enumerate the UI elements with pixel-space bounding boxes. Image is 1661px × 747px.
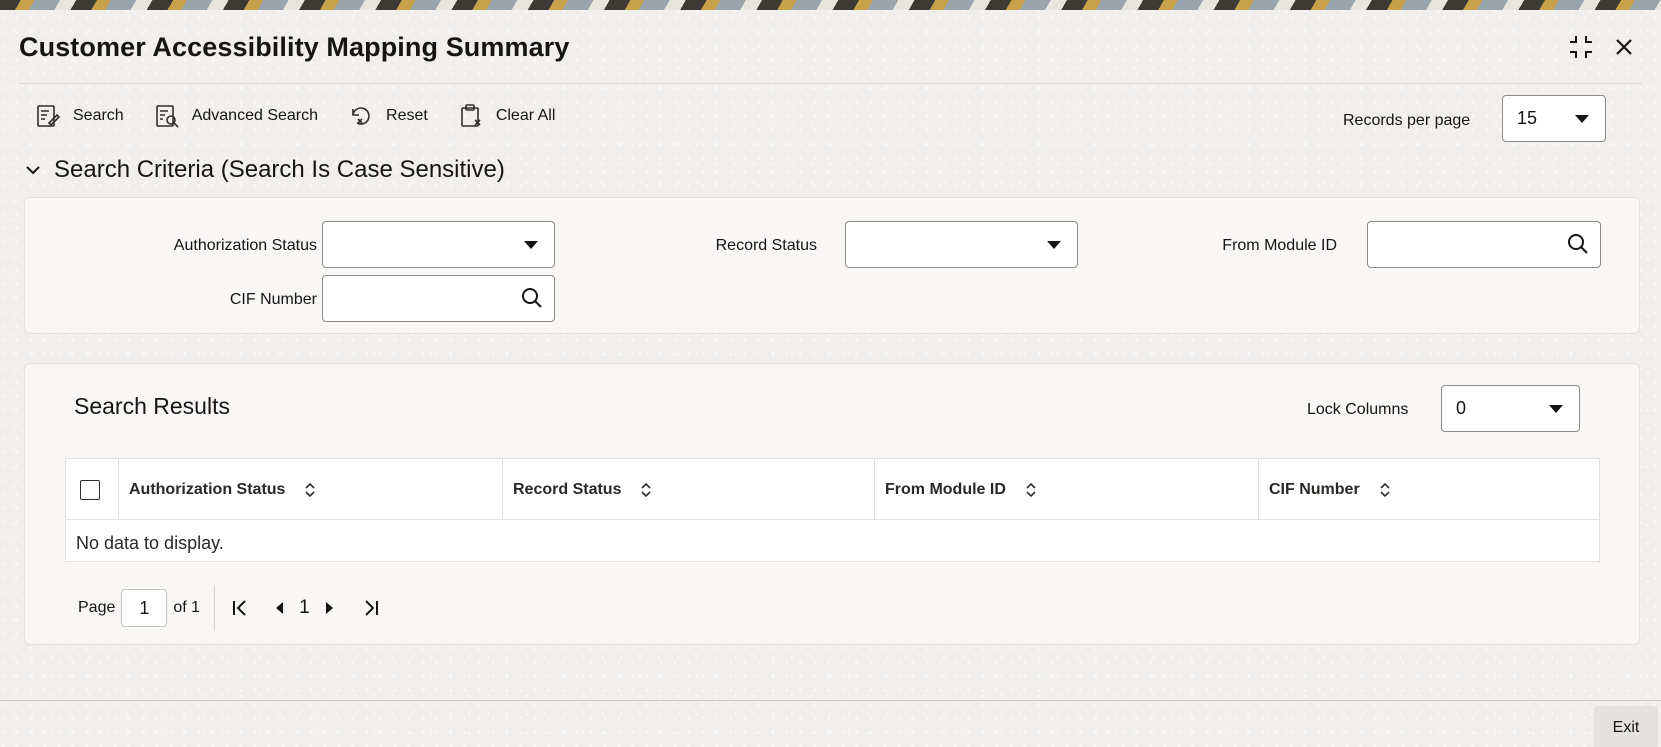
lock-columns-value: 0 — [1456, 398, 1467, 418]
advanced-search-icon — [155, 105, 179, 128]
search-results-title: Search Results — [74, 393, 230, 419]
page-number: 1 — [299, 597, 310, 618]
cif-number-label: CIF Number — [229, 291, 317, 308]
search-button[interactable]: Search — [35, 98, 124, 134]
column-authorization-status[interactable]: Authorization Status — [119, 459, 503, 520]
lock-columns-label: Lock Columns — [1307, 401, 1409, 418]
first-page-icon[interactable] — [229, 597, 251, 619]
records-per-page-select[interactable]: 15 — [1502, 95, 1606, 142]
page-label: Page — [78, 599, 116, 616]
chevron-down-icon — [524, 240, 538, 249]
search-criteria-panel: Authorization Status Record Status From … — [24, 197, 1640, 334]
from-module-id-label: From Module ID — [1222, 237, 1337, 254]
advanced-search-button[interactable]: Advanced Search — [154, 98, 318, 134]
page-total-label: of 1 — [173, 599, 201, 616]
decorative-header-band — [0, 0, 1661, 10]
last-page-icon[interactable] — [360, 597, 382, 619]
clear-all-label: Clear All — [495, 107, 556, 124]
results-table: Authorization Status Record Status From … — [65, 458, 1600, 562]
chevron-down-icon — [1047, 240, 1061, 249]
sort-icon[interactable] — [1024, 482, 1038, 498]
sort-icon[interactable] — [303, 482, 317, 498]
from-module-id-input[interactable] — [1367, 221, 1601, 268]
pagination: Page 1 of 1 1 — [78, 585, 382, 631]
authorization-status-select[interactable] — [322, 221, 555, 268]
chevron-down-icon — [1575, 114, 1589, 123]
authorization-status-label: Authorization Status — [173, 237, 317, 254]
select-all-cell — [66, 459, 119, 520]
search-label: Search — [73, 107, 124, 124]
column-cif-number[interactable]: CIF Number — [1259, 459, 1599, 520]
chevron-down-icon — [26, 166, 40, 175]
records-per-page-label: Records per page — [1343, 112, 1471, 129]
page-number-input[interactable]: 1 — [121, 589, 168, 627]
search-criteria-heading: Search Criteria (Search Is Case Sensitiv… — [54, 156, 505, 183]
cif-number-input[interactable] — [322, 275, 555, 322]
sort-icon[interactable] — [1378, 482, 1392, 498]
records-per-page-value: 15 — [1517, 108, 1538, 128]
toolbar: Search Advanced Search Reset Clear All — [35, 98, 585, 134]
search-criteria-toggle[interactable]: Search Criteria (Search Is Case Sensitiv… — [24, 156, 505, 184]
column-record-status[interactable]: Record Status — [503, 459, 875, 520]
reset-label: Reset — [386, 107, 428, 124]
title-divider — [19, 83, 1642, 84]
chevron-down-icon — [1549, 404, 1563, 413]
record-status-label: Record Status — [715, 237, 817, 254]
next-page-icon[interactable] — [318, 597, 340, 619]
lock-columns-select[interactable]: 0 — [1441, 385, 1580, 432]
search-icon — [37, 105, 61, 127]
summary-window: Customer Accessibility Mapping Summary S… — [0, 10, 1661, 747]
close-icon[interactable] — [1609, 32, 1639, 62]
empty-message: No data to display. — [76, 533, 224, 553]
footer-divider — [0, 700, 1661, 701]
clear-all-button[interactable]: Clear All — [458, 98, 556, 134]
previous-page-icon[interactable] — [269, 597, 291, 619]
clear-all-icon — [461, 104, 481, 127]
magnifier-icon[interactable] — [1566, 232, 1590, 256]
reset-icon — [352, 107, 370, 125]
magnifier-icon[interactable] — [520, 286, 544, 310]
exit-button[interactable]: Exit — [1594, 706, 1658, 747]
table-header: Authorization Status Record Status From … — [66, 459, 1599, 520]
minimize-icon[interactable] — [1566, 32, 1596, 62]
reset-button[interactable]: Reset — [348, 98, 428, 134]
record-status-select[interactable] — [845, 221, 1078, 268]
column-from-module-id[interactable]: From Module ID — [875, 459, 1259, 520]
advanced-search-label: Advanced Search — [191, 107, 319, 124]
pagination-divider — [214, 585, 216, 631]
page-title: Customer Accessibility Mapping Summary — [19, 32, 570, 62]
sort-icon[interactable] — [639, 482, 653, 498]
select-all-checkbox[interactable] — [80, 480, 100, 500]
